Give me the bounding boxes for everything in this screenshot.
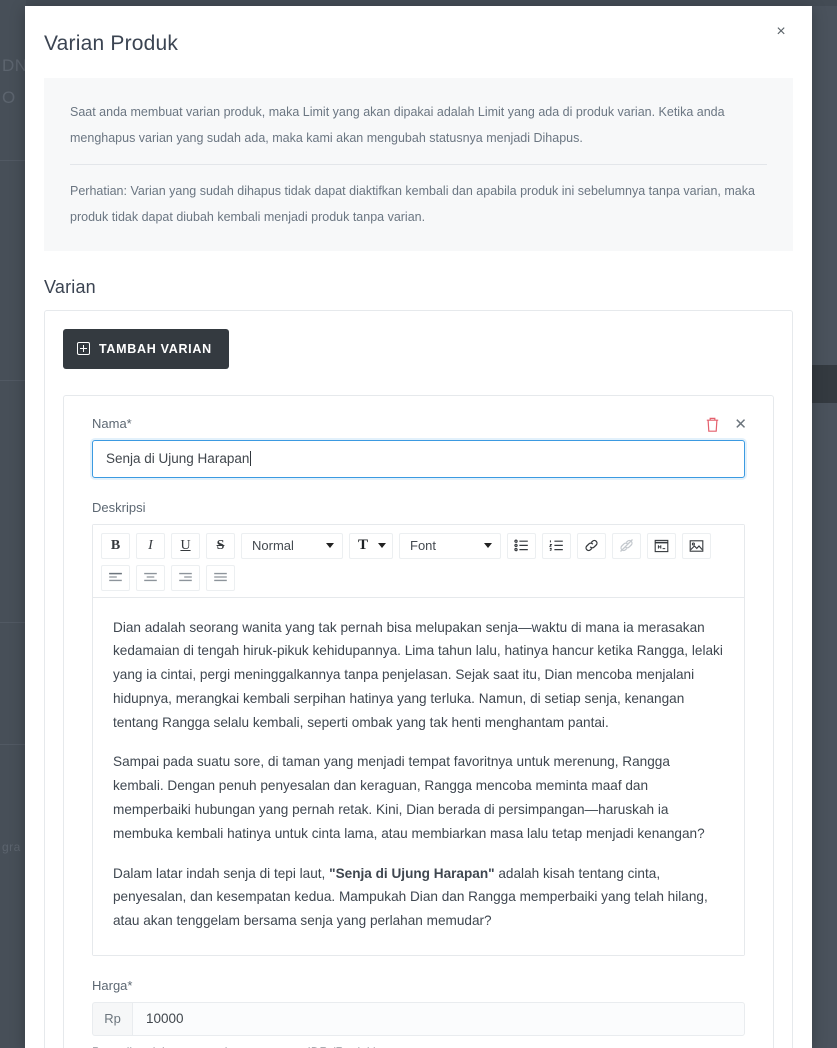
background-divider xyxy=(0,380,26,381)
background-sidebar xyxy=(0,0,26,1048)
bullet-list-icon[interactable] xyxy=(507,532,536,559)
info-text-warning: Perhatian: Varian yang sudah dihapus tid… xyxy=(70,184,755,224)
name-field-label: Nama* xyxy=(92,415,132,431)
background-divider xyxy=(0,160,26,161)
align-justify-icon[interactable] xyxy=(206,564,235,591)
variant-row-actions: ✕ xyxy=(705,416,747,433)
align-center-icon[interactable] xyxy=(136,564,165,591)
trash-icon[interactable] xyxy=(705,416,720,433)
currency-prefix: Rp xyxy=(92,1001,132,1036)
editor-toolbar-row-1: B I U S Normal T Font xyxy=(101,532,736,559)
image-icon[interactable] xyxy=(682,532,711,559)
variant-product-modal: Varian Produk × Saat anda membuat varian… xyxy=(25,6,812,1048)
description-field-label: Deskripsi xyxy=(92,499,146,515)
variant-name-value: Senja di Ujung Harapan xyxy=(106,451,250,466)
description-paragraph: Dalam latar indah senja di tepi laut, "S… xyxy=(113,862,724,933)
description-paragraph: Dian adalah seorang wanita yang tak pern… xyxy=(113,619,723,730)
video-icon[interactable] xyxy=(647,532,676,559)
background-ghost-label: gra xyxy=(2,840,21,854)
heading-select[interactable]: Normal xyxy=(241,532,343,559)
plus-icon xyxy=(77,342,90,355)
description-text: Dalam latar indah senja di tepi laut, xyxy=(113,865,330,881)
italic-icon[interactable]: I xyxy=(136,532,165,559)
collapse-variant-icon[interactable]: ✕ xyxy=(734,417,747,432)
variant-name-input[interactable]: Senja di Ujung Harapan xyxy=(92,439,745,478)
price-input[interactable]: 10000 xyxy=(132,1001,745,1036)
info-panel: Saat anda membuat varian produk, maka Li… xyxy=(44,78,793,251)
variant-panel: TAMBAH VARIAN ✕ Nama* Senja di Ujung Har… xyxy=(44,309,793,1048)
price-input-group: Rp 10000 xyxy=(92,1001,745,1036)
strikethrough-icon[interactable]: S xyxy=(206,532,235,559)
price-field-label: Harga* xyxy=(92,977,133,993)
background-divider xyxy=(0,744,26,745)
background-ghost-label: DN xyxy=(2,56,28,75)
info-divider xyxy=(70,164,767,166)
description-paragraph: Sampai pada suatu sore, di taman yang me… xyxy=(113,754,705,841)
chevron-down-icon xyxy=(484,543,492,548)
add-variant-button[interactable]: TAMBAH VARIAN xyxy=(63,328,229,369)
text-color-select[interactable]: T xyxy=(349,532,393,559)
background-right-block xyxy=(811,365,837,403)
chevron-down-icon xyxy=(378,543,386,548)
info-text-primary: Saat anda membuat varian produk, maka Li… xyxy=(70,105,725,145)
align-left-icon[interactable] xyxy=(101,564,130,591)
text-color-label: T xyxy=(358,537,369,553)
close-icon[interactable]: × xyxy=(767,18,795,46)
variant-card: ✕ Nama* Senja di Ujung Harapan Deskripsi… xyxy=(63,394,774,1048)
editor-toolbar: B I U S Normal T Font xyxy=(93,524,744,598)
add-variant-label: TAMBAH VARIAN xyxy=(99,341,212,356)
background-divider xyxy=(0,622,26,623)
modal-body: Saat anda membuat varian produk, maka Li… xyxy=(25,78,812,1048)
underline-icon[interactable]: U xyxy=(171,532,200,559)
chevron-down-icon xyxy=(326,543,334,548)
ordered-list-icon[interactable] xyxy=(542,532,571,559)
rich-text-editor: B I U S Normal T Font Dian adalah seoran… xyxy=(92,523,745,956)
text-cursor xyxy=(250,451,252,466)
editor-toolbar-row-2 xyxy=(101,564,736,591)
unlink-icon[interactable] xyxy=(612,532,641,559)
background-ghost-label: O xyxy=(2,88,16,107)
font-select-value: Font xyxy=(410,538,437,553)
bold-icon[interactable]: B xyxy=(101,532,130,559)
link-icon[interactable] xyxy=(577,532,606,559)
align-right-icon[interactable] xyxy=(171,564,200,591)
page-title: Varian Produk xyxy=(44,32,179,55)
heading-select-value: Normal xyxy=(252,538,294,553)
modal-header: Varian Produk × xyxy=(25,6,812,56)
font-select[interactable]: Font xyxy=(399,532,501,559)
section-title-varian: Varian xyxy=(44,276,96,297)
description-bold-title: "Senja di Ujung Harapan" xyxy=(329,865,495,881)
editor-content[interactable]: Dian adalah seorang wanita yang tak pern… xyxy=(93,597,744,955)
